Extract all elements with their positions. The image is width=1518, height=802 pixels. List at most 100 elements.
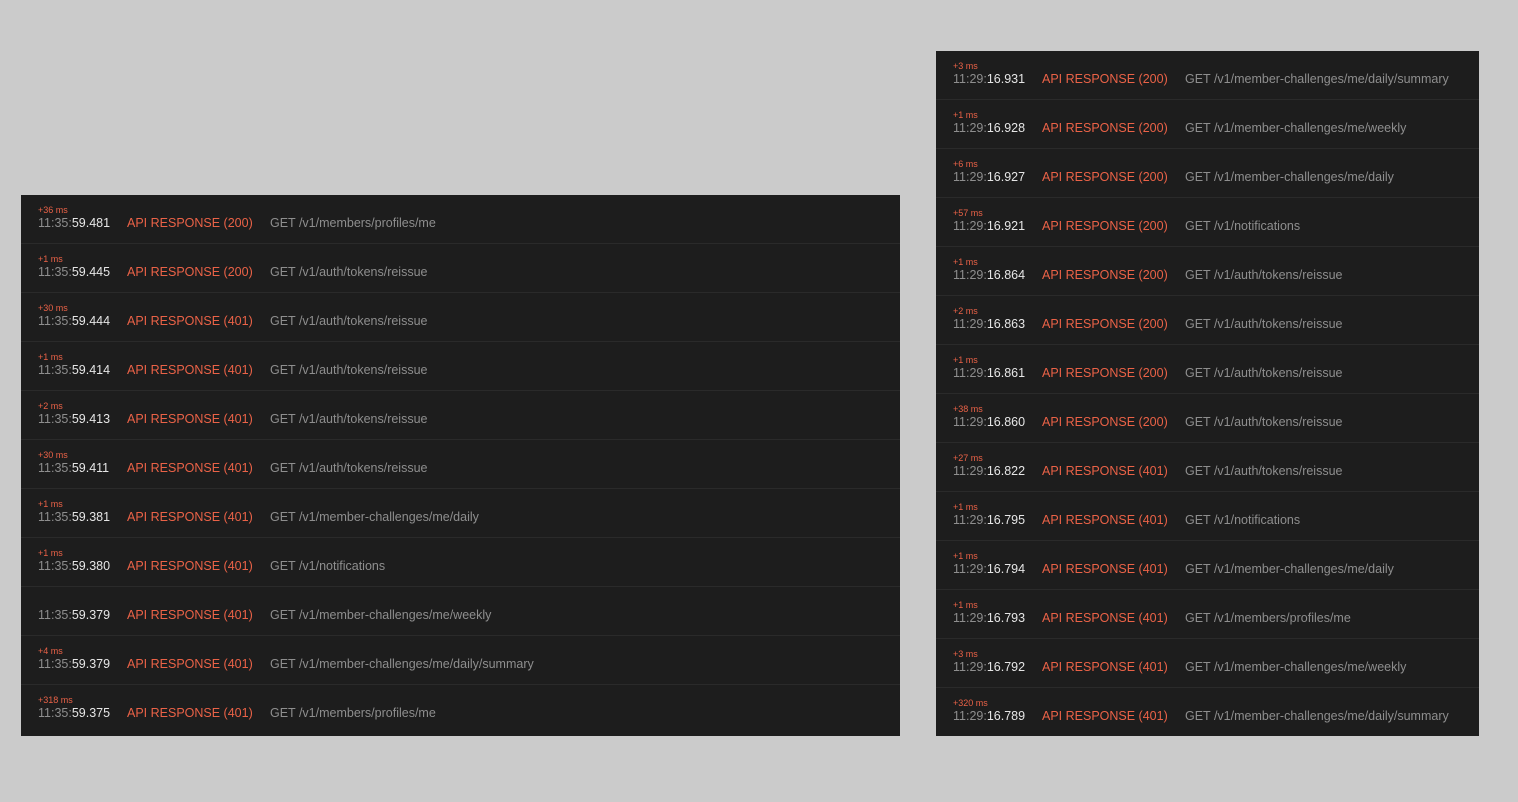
response-status: API RESPONSE (401) bbox=[127, 363, 253, 377]
timestamp-hour-minute: 11:35: bbox=[38, 412, 72, 426]
timestamp-hour-minute: 11:35: bbox=[38, 706, 72, 720]
delta-time: +320 ms bbox=[953, 698, 988, 708]
timestamp: 11:35:59.481 bbox=[38, 216, 110, 230]
log-entry-row[interactable]: +36 ms 11:35:59.481 API RESPONSE (200) GET … bbox=[21, 195, 900, 244]
log-entry-row[interactable]: +30 ms 11:35:59.444 API RESPONSE (401) GET … bbox=[21, 293, 900, 342]
timestamp: 11:29:16.793 bbox=[953, 611, 1025, 625]
timestamp-hour-minute: 11:35: bbox=[38, 608, 72, 622]
response-status: API RESPONSE (401) bbox=[127, 559, 253, 573]
log-entry-row[interactable]: +3 ms 11:29:16.792 API RESPONSE (401) GET /… bbox=[936, 639, 1479, 688]
timestamp-seconds: 16.794 bbox=[986, 562, 1026, 576]
log-entry-row[interactable]: +1 ms 11:29:16.864 API RESPONSE (200) GET /… bbox=[936, 247, 1479, 296]
log-entry-row[interactable]: +2 ms 11:29:16.863 API RESPONSE (200) GET /… bbox=[936, 296, 1479, 345]
delta-time: +1 ms bbox=[38, 254, 63, 264]
log-entry-row[interactable]: +320 ms 11:29:16.789 API RESPONSE (401) GET… bbox=[936, 688, 1479, 737]
timestamp-hour-minute: 11:35: bbox=[38, 559, 72, 573]
timestamp: 11:35:59.414 bbox=[38, 363, 110, 377]
delta-time: +3 ms bbox=[953, 649, 978, 659]
response-status: API RESPONSE (401) bbox=[127, 657, 253, 671]
delta-time: +27 ms bbox=[953, 453, 983, 463]
request-path: GET /v1/member-challenges/me/daily bbox=[1185, 562, 1394, 576]
log-entry-row[interactable]: 11:35:59.379 API RESPONSE (401) GET /v1/me… bbox=[21, 587, 900, 636]
timestamp-seconds: 16.863 bbox=[986, 317, 1026, 331]
log-entry-row[interactable]: +1 ms 11:35:59.414 API RESPONSE (401) GET /… bbox=[21, 342, 900, 391]
delta-time: +1 ms bbox=[38, 499, 63, 509]
log-entry-row[interactable]: +1 ms 11:29:16.794 API RESPONSE (401) GET /… bbox=[936, 541, 1479, 590]
log-entry-row[interactable]: +2 ms 11:35:59.413 API RESPONSE (401) GET /… bbox=[21, 391, 900, 440]
timestamp: 11:29:16.927 bbox=[953, 170, 1025, 184]
response-status: API RESPONSE (401) bbox=[127, 608, 253, 622]
request-path: GET /v1/member-challenges/me/daily bbox=[270, 510, 479, 524]
timestamp-hour-minute: 11:35: bbox=[38, 510, 72, 524]
timestamp: 11:35:59.380 bbox=[38, 559, 110, 573]
timestamp-seconds: 59.375 bbox=[71, 706, 111, 720]
log-entry-row[interactable]: +1 ms 11:35:59.381 API RESPONSE (401) GET /… bbox=[21, 489, 900, 538]
log-entry-row[interactable]: +318 ms 11:35:59.375 API RESPONSE (401) GET… bbox=[21, 685, 900, 734]
timestamp-hour-minute: 11:29: bbox=[953, 562, 987, 576]
response-status: API RESPONSE (200) bbox=[1042, 170, 1168, 184]
timestamp-hour-minute: 11:29: bbox=[953, 219, 987, 233]
timestamp-hour-minute: 11:29: bbox=[953, 660, 987, 674]
timestamp-seconds: 16.927 bbox=[986, 170, 1026, 184]
log-entry-row[interactable]: +30 ms 11:35:59.411 API RESPONSE (401) GET … bbox=[21, 440, 900, 489]
request-path: GET /v1/auth/tokens/reissue bbox=[270, 412, 428, 426]
delta-time: +1 ms bbox=[38, 548, 63, 558]
log-entry-row[interactable]: +1 ms 11:35:59.380 API RESPONSE (401) GET /… bbox=[21, 538, 900, 587]
log-entry-row[interactable]: +27 ms 11:29:16.822 API RESPONSE (401) GET … bbox=[936, 443, 1479, 492]
timestamp: 11:35:59.379 bbox=[38, 608, 110, 622]
log-entry-row[interactable]: +1 ms 11:29:16.928 API RESPONSE (200) GET /… bbox=[936, 100, 1479, 149]
log-entry-row[interactable]: +1 ms 11:35:59.445 API RESPONSE (200) GET /… bbox=[21, 244, 900, 293]
timestamp: 11:29:16.789 bbox=[953, 709, 1025, 723]
timestamp: 11:35:59.413 bbox=[38, 412, 110, 426]
delta-time: +57 ms bbox=[953, 208, 983, 218]
delta-time: +3 ms bbox=[953, 61, 978, 71]
response-status: API RESPONSE (401) bbox=[127, 412, 253, 426]
timestamp-seconds: 16.928 bbox=[986, 121, 1026, 135]
timestamp: 11:29:16.863 bbox=[953, 317, 1025, 331]
timestamp: 11:35:59.445 bbox=[38, 265, 110, 279]
timestamp: 11:29:16.921 bbox=[953, 219, 1025, 233]
response-status: API RESPONSE (401) bbox=[1042, 660, 1168, 674]
request-path: GET /v1/member-challenges/me/daily/summa… bbox=[1185, 72, 1449, 86]
log-entry-row[interactable]: +38 ms 11:29:16.860 API RESPONSE (200) GET … bbox=[936, 394, 1479, 443]
request-path: GET /v1/members/profiles/me bbox=[1185, 611, 1351, 625]
timestamp: 11:29:16.861 bbox=[953, 366, 1025, 380]
response-status: API RESPONSE (401) bbox=[1042, 562, 1168, 576]
timestamp-seconds: 59.381 bbox=[71, 510, 111, 524]
request-path: GET /v1/member-challenges/me/weekly bbox=[270, 608, 492, 622]
request-path: GET /v1/auth/tokens/reissue bbox=[270, 363, 428, 377]
delta-time: +30 ms bbox=[38, 303, 68, 313]
response-status: API RESPONSE (401) bbox=[1042, 513, 1168, 527]
request-path: GET /v1/member-challenges/me/daily/summa… bbox=[270, 657, 534, 671]
timestamp-hour-minute: 11:35: bbox=[38, 461, 72, 475]
timestamp-seconds: 16.822 bbox=[986, 464, 1026, 478]
log-entry-row[interactable]: +6 ms 11:29:16.927 API RESPONSE (200) GET /… bbox=[936, 149, 1479, 198]
timestamp-seconds: 16.861 bbox=[986, 366, 1026, 380]
timestamp-hour-minute: 11:29: bbox=[953, 317, 987, 331]
timestamp-hour-minute: 11:35: bbox=[38, 657, 72, 671]
delta-time: +1 ms bbox=[953, 110, 978, 120]
request-path: GET /v1/auth/tokens/reissue bbox=[1185, 415, 1343, 429]
response-status: API RESPONSE (200) bbox=[127, 216, 253, 230]
delta-time: +6 ms bbox=[953, 159, 978, 169]
response-status: API RESPONSE (200) bbox=[1042, 72, 1168, 86]
timestamp-seconds: 16.793 bbox=[986, 611, 1026, 625]
timestamp-hour-minute: 11:29: bbox=[953, 415, 987, 429]
log-entry-row[interactable]: +4 ms 11:35:59.379 API RESPONSE (401) GET /… bbox=[21, 636, 900, 685]
timestamp: 11:35:59.375 bbox=[38, 706, 110, 720]
log-entry-row[interactable]: +57 ms 11:29:16.921 API RESPONSE (200) GET … bbox=[936, 198, 1479, 247]
log-entry-row[interactable]: +1 ms 11:29:16.795 API RESPONSE (401) GET /… bbox=[936, 492, 1479, 541]
timestamp-seconds: 59.414 bbox=[71, 363, 111, 377]
request-path: GET /v1/members/profiles/me bbox=[270, 706, 436, 720]
response-status: API RESPONSE (401) bbox=[1042, 611, 1168, 625]
timestamp: 11:35:59.444 bbox=[38, 314, 110, 328]
timestamp-hour-minute: 11:29: bbox=[953, 709, 987, 723]
log-entry-row[interactable]: +1 ms 11:29:16.861 API RESPONSE (200) GET /… bbox=[936, 345, 1479, 394]
request-path: GET /v1/member-challenges/me/daily/summa… bbox=[1185, 709, 1449, 723]
request-path: GET /v1/auth/tokens/reissue bbox=[1185, 464, 1343, 478]
delta-time: +38 ms bbox=[953, 404, 983, 414]
request-path: GET /v1/auth/tokens/reissue bbox=[1185, 268, 1343, 282]
delta-time: +1 ms bbox=[953, 355, 978, 365]
log-entry-row[interactable]: +1 ms 11:29:16.793 API RESPONSE (401) GET /… bbox=[936, 590, 1479, 639]
log-entry-row[interactable]: +3 ms 11:29:16.931 API RESPONSE (200) GET /… bbox=[936, 51, 1479, 100]
